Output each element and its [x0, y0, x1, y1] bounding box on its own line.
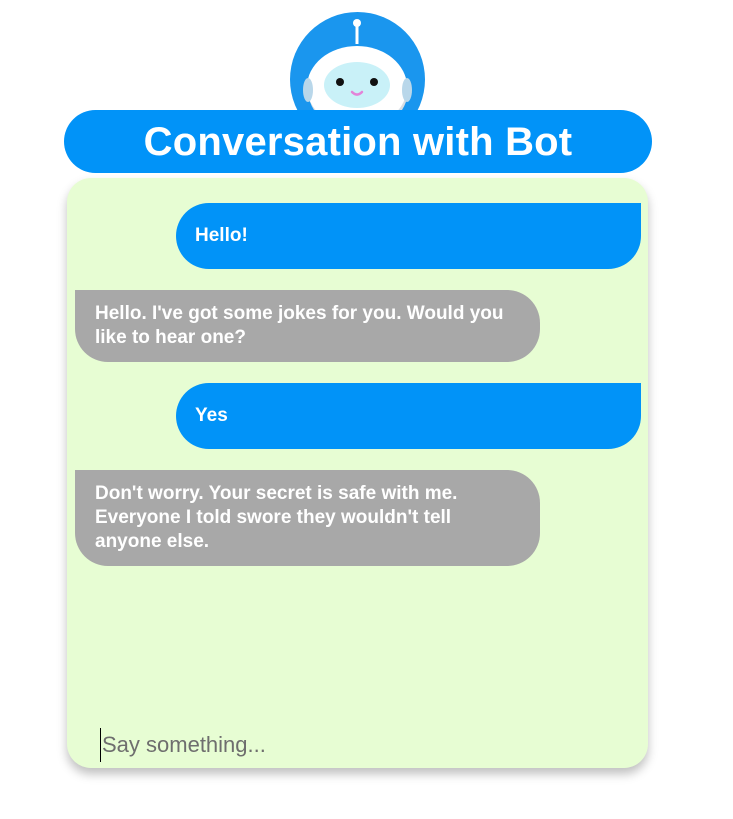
message-input[interactable] [100, 728, 622, 762]
chat-header: Conversation with Bot [64, 110, 652, 173]
user-message: Yes [176, 383, 641, 449]
message-input-row [100, 728, 622, 762]
chat-window: Conversation with Bot Hello! Hello. I've… [0, 0, 733, 819]
page-title: Conversation with Bot [143, 119, 573, 164]
message-panel: Hello! Hello. I've got some jokes for yo… [67, 178, 648, 768]
bot-message: Hello. I've got some jokes for you. Woul… [75, 290, 540, 362]
user-message: Hello! [176, 203, 641, 269]
bot-message: Don't worry. Your secret is safe with me… [75, 470, 540, 566]
